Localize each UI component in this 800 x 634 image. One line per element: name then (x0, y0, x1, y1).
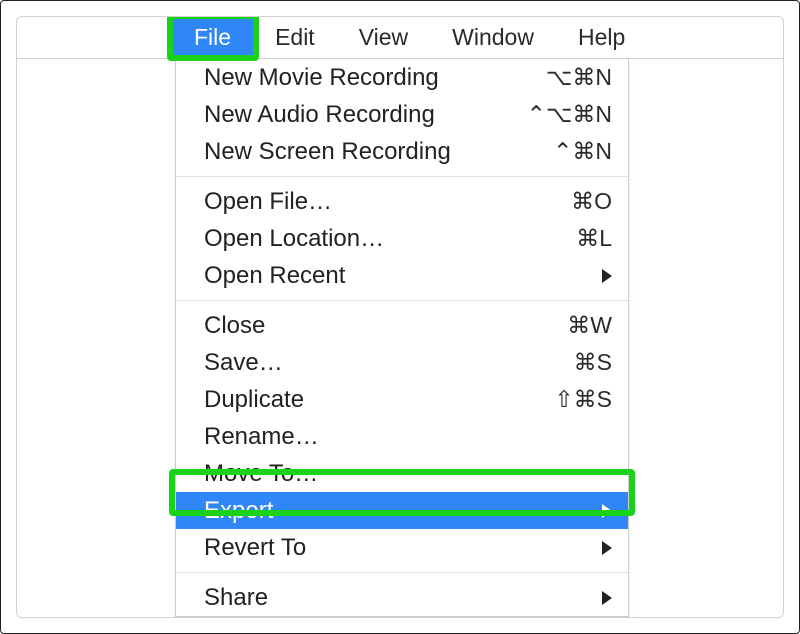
menu-item-shortcut: ⌃⌥⌘N (527, 101, 612, 128)
menu-item-label: Export (204, 497, 594, 525)
chevron-right-icon (602, 504, 612, 518)
menu-item-label: Close (204, 312, 567, 340)
menu-item-new-screen[interactable]: New Screen Recording ⌃⌘N (176, 133, 628, 170)
menu-item-duplicate[interactable]: Duplicate ⇧⌘S (176, 381, 628, 418)
menu-item-save[interactable]: Save… ⌘S (176, 344, 628, 381)
menu-edit[interactable]: Edit (253, 17, 337, 58)
menu-item-move-to[interactable]: Move To… (176, 455, 628, 492)
menu-window[interactable]: Window (430, 17, 556, 58)
menu-separator (176, 572, 628, 573)
menu-item-rename[interactable]: Rename… (176, 418, 628, 455)
menu-item-export[interactable]: Export (176, 492, 628, 529)
menu-item-label: New Movie Recording (204, 64, 546, 92)
file-menu-dropdown: New Movie Recording ⌥⌘N New Audio Record… (175, 59, 629, 617)
menu-help[interactable]: Help (556, 17, 647, 58)
chevron-right-icon (602, 591, 612, 605)
menu-item-open-file[interactable]: Open File… ⌘O (176, 183, 628, 220)
menu-item-share[interactable]: Share (176, 579, 628, 616)
menubar-leading-spacer (17, 17, 172, 58)
menu-item-open-location[interactable]: Open Location… ⌘L (176, 220, 628, 257)
menu-item-label: Share (204, 584, 594, 612)
menu-item-label: Move To… (204, 460, 612, 488)
menu-item-label: Save… (204, 349, 574, 377)
app-window: File Edit View Window Help New Movie Rec… (16, 16, 784, 618)
menu-item-close[interactable]: Close ⌘W (176, 307, 628, 344)
menu-item-label: Rename… (204, 423, 612, 451)
menu-item-shortcut: ⌃⌘N (553, 138, 612, 165)
menu-item-open-recent[interactable]: Open Recent (176, 257, 628, 294)
menu-separator (176, 176, 628, 177)
menu-item-label: Revert To (204, 534, 594, 562)
menu-item-label: Open Location… (204, 225, 576, 253)
menu-item-label: Open Recent (204, 262, 594, 290)
menu-bar: File Edit View Window Help (17, 17, 783, 59)
menu-item-label: New Screen Recording (204, 138, 553, 166)
menu-item-shortcut: ⌘S (574, 349, 612, 376)
menu-file[interactable]: File (172, 17, 253, 58)
screenshot-frame: File Edit View Window Help New Movie Rec… (0, 0, 800, 634)
menu-item-label: Open File… (204, 188, 571, 216)
menu-item-new-audio[interactable]: New Audio Recording ⌃⌥⌘N (176, 96, 628, 133)
menu-item-shortcut: ⇧⌘S (554, 386, 612, 413)
menu-item-shortcut: ⌘W (567, 312, 612, 339)
menu-item-shortcut: ⌥⌘N (546, 64, 612, 91)
chevron-right-icon (602, 269, 612, 283)
menu-item-label: Duplicate (204, 386, 554, 414)
menu-item-revert-to[interactable]: Revert To (176, 529, 628, 566)
menu-item-label: New Audio Recording (204, 101, 527, 129)
menu-item-shortcut: ⌘O (571, 188, 612, 215)
menu-separator (176, 300, 628, 301)
menu-view[interactable]: View (337, 17, 430, 58)
chevron-right-icon (602, 541, 612, 555)
menu-item-shortcut: ⌘L (576, 225, 612, 252)
menu-item-new-movie[interactable]: New Movie Recording ⌥⌘N (176, 59, 628, 96)
